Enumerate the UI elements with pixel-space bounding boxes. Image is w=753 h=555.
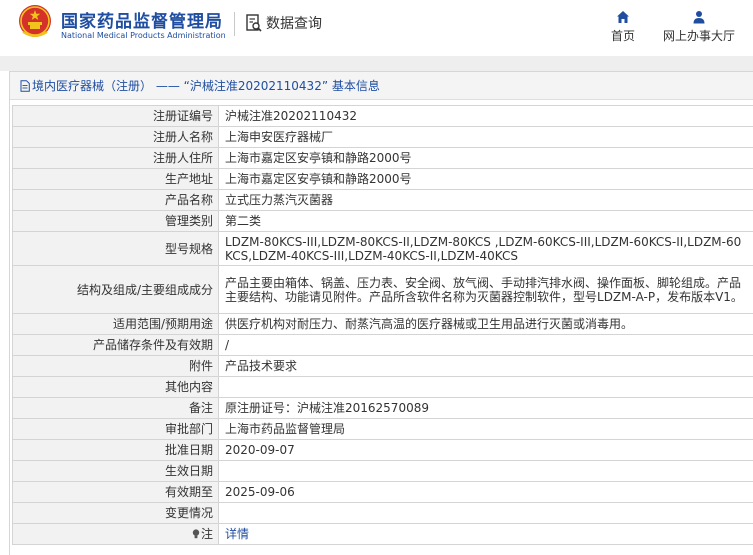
field-value xyxy=(218,502,753,524)
search-document-icon xyxy=(246,14,262,32)
field-value xyxy=(218,460,753,482)
field-label: 注册证编号 xyxy=(12,105,219,127)
field-label: 审批部门 xyxy=(12,418,219,440)
table-row: 其他内容 xyxy=(12,376,753,398)
table-row: 适用范围/预期用途 供医疗机构对耐压力、耐蒸汽高温的医疗器械或卫生用品进行灭菌或消… xyxy=(12,313,753,335)
nav-home-label: 首页 xyxy=(610,29,635,43)
field-label: 结构及组成/主要组成成分 xyxy=(12,265,219,314)
lightbulb-icon xyxy=(192,529,200,539)
table-row: 产品名称 立式压力蒸汽灭菌器 xyxy=(12,189,753,211)
table-row: 变更情况 xyxy=(12,502,753,524)
data-query-link[interactable]: 数据查询 xyxy=(246,13,322,33)
table-row: 注册人住所 上海市嘉定区安亭镇和静路2000号 xyxy=(12,147,753,169)
document-icon xyxy=(20,79,30,92)
field-value: 第二类 xyxy=(218,210,753,232)
field-label: 注 xyxy=(200,527,213,541)
field-value: 原注册证号：沪械注准20162570089 xyxy=(218,397,753,419)
user-icon xyxy=(693,11,705,24)
field-value: 上海市嘉定区安亭镇和静路2000号 xyxy=(218,147,753,169)
table-row: 产品储存条件及有效期 / xyxy=(12,334,753,356)
field-label: 备注 xyxy=(12,397,219,419)
table-row: 审批部门 上海市药品监督管理局 xyxy=(12,418,753,440)
table-row: 批准日期 2020-09-07 xyxy=(12,439,753,461)
field-value: / xyxy=(218,334,753,356)
home-icon xyxy=(617,11,629,23)
field-label: 产品名称 xyxy=(12,189,219,211)
nav-online-office[interactable]: 网上办事大厅 xyxy=(658,10,740,44)
table-row: 生效日期 xyxy=(12,460,753,482)
detail-table: 注册证编号 沪械注准20202110432 注册人名称 上海申安医疗器械厂 注册人住… xyxy=(12,105,753,545)
panel-title-bar: 境内医疗器械（注册） —— “沪械注准20202110432” 基本信息 xyxy=(10,72,753,100)
table-row: 注册人名称 上海申安医疗器械厂 xyxy=(12,126,753,148)
field-label: 有效期至 xyxy=(12,481,219,503)
table-row: 型号规格 LDZM-80KCS-III,LDZM-80KCS-II,LDZM-80… xyxy=(12,231,753,266)
site-header: 国家药品监督管理局 National Medical Products Admi… xyxy=(0,0,753,56)
detail-panel: 境内医疗器械（注册） —— “沪械注准20202110432” 基本信息 注册证… xyxy=(9,71,753,555)
brand-name-cn: 国家药品监督管理局 xyxy=(61,12,223,32)
field-label: 生效日期 xyxy=(12,460,219,482)
note-label-cell: 注 xyxy=(12,523,219,545)
field-value: 上海市嘉定区安亭镇和静路2000号 xyxy=(218,168,753,190)
table-row: 备注 原注册证号：沪械注准20162570089 xyxy=(12,397,753,419)
nav-home[interactable]: 首页 xyxy=(606,10,640,44)
table-row: 附件 产品技术要求 xyxy=(12,355,753,377)
nav-online-office-label: 网上办事大厅 xyxy=(662,29,735,43)
field-value: 上海申安医疗器械厂 xyxy=(218,126,753,148)
header-band xyxy=(0,56,753,71)
field-value: 立式压力蒸汽灭菌器 xyxy=(218,189,753,211)
table-row: 管理类别 第二类 xyxy=(12,210,753,232)
field-label: 注册人名称 xyxy=(12,126,219,148)
panel-title: 境内医疗器械（注册） —— “沪械注准20202110432” 基本信息 xyxy=(32,79,380,93)
table-row: 注 详情 xyxy=(12,523,753,545)
field-label: 型号规格 xyxy=(12,231,219,266)
field-value: 供医疗机构对耐压力、耐蒸汽高温的医疗器械或卫生用品进行灭菌或消毒用。 xyxy=(218,313,753,335)
national-emblem-icon xyxy=(19,5,51,37)
field-value: 上海市药品监督管理局 xyxy=(218,418,753,440)
field-value: 2020-09-07 xyxy=(218,439,753,461)
field-label: 产品储存条件及有效期 xyxy=(12,334,219,356)
field-label: 注册人住所 xyxy=(12,147,219,169)
field-label: 变更情况 xyxy=(12,502,219,524)
header-divider xyxy=(234,12,235,36)
field-label: 批准日期 xyxy=(12,439,219,461)
details-link[interactable]: 详情 xyxy=(218,523,753,545)
field-label: 附件 xyxy=(12,355,219,377)
field-label: 生产地址 xyxy=(12,168,219,190)
field-label: 适用范围/预期用途 xyxy=(12,313,219,335)
field-value: 沪械注准20202110432 xyxy=(218,105,753,127)
field-value xyxy=(218,376,753,398)
table-row: 有效期至 2025-09-06 xyxy=(12,481,753,503)
brand-name-en: National Medical Products Administration xyxy=(61,31,226,40)
table-row: 生产地址 上海市嘉定区安亭镇和静路2000号 xyxy=(12,168,753,190)
data-query-label: 数据查询 xyxy=(266,16,322,32)
field-label: 其他内容 xyxy=(12,376,219,398)
field-value: LDZM-80KCS-III,LDZM-80KCS-II,LDZM-80KCS … xyxy=(218,231,753,266)
table-row: 结构及组成/主要组成成分 产品主要由箱体、锅盖、压力表、安全阀、放气阀、手动排汽排… xyxy=(12,265,753,314)
field-value: 产品主要由箱体、锅盖、压力表、安全阀、放气阀、手动排汽排水阀、操作面板、脚轮组成… xyxy=(218,265,753,314)
table-row: 注册证编号 沪械注准20202110432 xyxy=(12,105,753,127)
field-value: 产品技术要求 xyxy=(218,355,753,377)
field-label: 管理类别 xyxy=(12,210,219,232)
field-value: 2025-09-06 xyxy=(218,481,753,503)
